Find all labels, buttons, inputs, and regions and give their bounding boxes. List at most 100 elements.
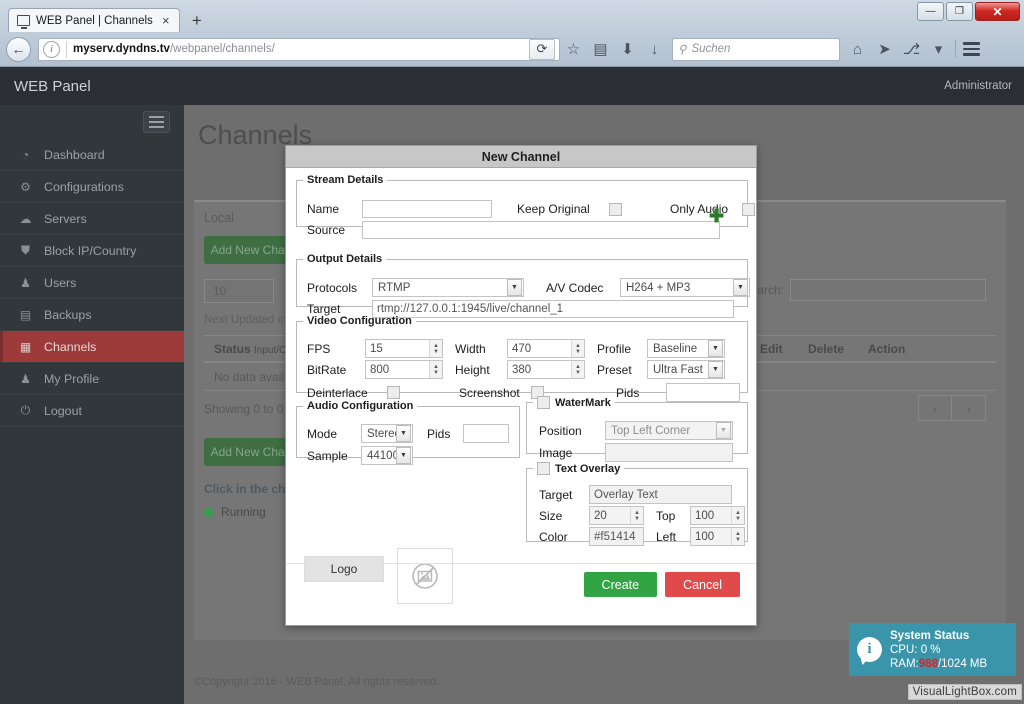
pocket-icon[interactable]: ⬇ <box>614 36 641 62</box>
overlay-color-input[interactable]: #f51414 <box>589 527 644 546</box>
stepper-arrows-icon[interactable]: ▲▼ <box>571 340 584 357</box>
cancel-button[interactable]: Cancel <box>665 572 740 597</box>
sidebar-item-my-profile[interactable]: ♟ My Profile <box>0 363 184 395</box>
sync-icon[interactable]: ⎇ <box>898 36 925 62</box>
protocols-select[interactable]: RTMP ▼ <box>372 278 524 297</box>
send-tab-icon[interactable]: ➤ <box>871 36 898 62</box>
target-label: Target <box>307 302 372 316</box>
menu-hamburger-icon[interactable] <box>959 42 983 55</box>
toolbar-divider <box>955 40 956 58</box>
system-status-text: System Status CPU: 0 % RAM:988/1024 MB <box>890 629 987 671</box>
sidebar-item-channels[interactable]: ▦ Channels <box>0 331 184 363</box>
stream-details-group: Stream Details Name Keep Original Only A… <box>296 174 748 227</box>
site-info-icon[interactable]: i <box>43 41 60 58</box>
video-config-legend: Video Configuration <box>303 315 416 327</box>
name-input[interactable] <box>362 200 492 218</box>
sidebar-item-dashboard[interactable]: ◔ Dashboard <box>0 139 184 171</box>
new-tab-button[interactable]: + <box>184 10 210 32</box>
cloud-icon: ☁ <box>18 212 33 226</box>
reader-view-icon[interactable]: ▤ <box>587 36 614 62</box>
breadcrumb-home[interactable]: Home <box>212 168 244 182</box>
table-search: Search: <box>743 279 986 301</box>
film-icon: ▦ <box>18 340 33 354</box>
home-icon[interactable]: ⌂ <box>844 36 871 62</box>
audio-pids-input[interactable] <box>463 424 509 443</box>
stepper-arrows-icon[interactable]: ▲▼ <box>571 361 584 378</box>
tab-close-icon[interactable]: × <box>159 14 173 27</box>
browser-search-input[interactable]: ⚲ Suchen <box>672 38 840 61</box>
codec-select[interactable]: H264 + MP3 ▼ <box>620 278 750 297</box>
app-brand: WEB Panel <box>0 78 91 95</box>
keep-original-checkbox[interactable] <box>609 203 622 216</box>
audio-pids-label: Pids <box>427 427 463 441</box>
overlay-target-input[interactable]: Overlay Text <box>589 485 732 504</box>
minimize-button[interactable]: — <box>917 2 944 21</box>
sidebar-item-servers[interactable]: ☁ Servers <box>0 203 184 235</box>
sidebar-item-logout[interactable]: ⏻ Logout <box>0 395 184 427</box>
bookmark-star-icon[interactable]: ☆ <box>560 36 587 62</box>
profile-select[interactable]: Baseline ▼ <box>647 339 725 358</box>
video-configuration-group: Video Configuration FPS 15 ▲▼ Width 470 … <box>296 315 748 393</box>
sidebar-item-label: Servers <box>44 212 87 226</box>
overlay-size-label: Size <box>539 509 589 523</box>
pagination-prev-button[interactable]: ‹ <box>918 395 952 421</box>
watermark-enable-checkbox[interactable] <box>537 396 550 409</box>
current-user-label[interactable]: Administrator <box>944 80 1024 92</box>
url-bar[interactable]: i myserv.dyndns.tv /webpanel/channels/ ⟳ <box>38 38 560 61</box>
create-button[interactable]: Create <box>584 572 658 597</box>
stepper-arrows-icon[interactable]: ▲▼ <box>429 361 442 378</box>
watermark-position-select[interactable]: Top Left Corner ▼ <box>605 421 733 440</box>
chevron-down-icon: ▼ <box>733 279 748 296</box>
table-pagination: ‹ › <box>918 395 986 421</box>
browser-titlebar: WEB Panel | Channels × + — ❐ ✕ <box>0 0 1024 30</box>
only-audio-checkbox[interactable] <box>742 203 755 216</box>
stepper-arrows-icon[interactable]: ▲▼ <box>630 507 643 524</box>
reload-icon[interactable]: ⟳ <box>529 39 555 60</box>
add-source-icon[interactable]: ✚ <box>709 206 724 227</box>
overlay-left-stepper[interactable]: 100 ▲▼ <box>690 527 745 546</box>
back-button[interactable]: ← <box>6 37 31 62</box>
browser-chrome: WEB Panel | Channels × + — ❐ ✕ ← i myser… <box>0 0 1024 67</box>
text-overlay-legend: Text Overlay <box>533 462 624 475</box>
sidebar-item-backups[interactable]: ▤ Backups <box>0 299 184 331</box>
deinterlace-checkbox[interactable] <box>387 386 400 399</box>
page-length-select[interactable]: 10 <box>204 279 274 303</box>
height-stepper[interactable]: 380 ▲▼ <box>507 360 585 379</box>
gear-icon: ⚙ <box>18 180 33 194</box>
header-label: Status <box>214 342 251 356</box>
keep-original-label: Keep Original <box>517 202 609 216</box>
audio-sample-select[interactable]: 44100 ▼ <box>361 446 413 465</box>
sidebar-item-configurations[interactable]: ⚙ Configurations <box>0 171 184 203</box>
watermark-legend: WaterMark <box>533 396 615 409</box>
sidebar-item-users[interactable]: ♟ Users <box>0 267 184 299</box>
pagination-next-button[interactable]: › <box>952 395 986 421</box>
bitrate-stepper[interactable]: 800 ▲▼ <box>365 360 443 379</box>
overflow-dropdown-icon[interactable]: ▾ <box>925 36 952 62</box>
source-input[interactable] <box>362 221 720 239</box>
audio-mode-select[interactable]: Stereo ▼ <box>361 424 413 443</box>
sidebar-item-block-ip-country[interactable]: ⛊ Block IP/Country <box>0 235 184 267</box>
table-search-input[interactable] <box>790 279 986 301</box>
watermark-image-input[interactable] <box>605 443 733 462</box>
chevron-down-icon: ▼ <box>708 340 723 357</box>
close-window-button[interactable]: ✕ <box>975 2 1020 21</box>
new-channel-dialog: New Channel Stream Details Name Keep Ori… <box>285 145 757 626</box>
window-controls: — ❐ ✕ <box>917 2 1020 21</box>
stepper-arrows-icon[interactable]: ▲▼ <box>731 507 744 524</box>
preset-select[interactable]: Ultra Fast ▼ <box>647 360 725 379</box>
overlay-left-label: Left <box>656 530 690 544</box>
browser-tab[interactable]: WEB Panel | Channels × <box>8 8 180 32</box>
maximize-button[interactable]: ❐ <box>946 2 973 21</box>
stepper-arrows-icon[interactable]: ▲▼ <box>731 528 744 545</box>
power-icon: ⏻ <box>18 403 33 418</box>
text-overlay-enable-checkbox[interactable] <box>537 462 550 475</box>
app-topbar: WEB Panel Administrator <box>0 67 1024 105</box>
dashboard-icon: ◔ <box>18 148 33 162</box>
overlay-size-stepper[interactable]: 20 ▲▼ <box>589 506 644 525</box>
overlay-top-stepper[interactable]: 100 ▲▼ <box>690 506 745 525</box>
downloads-icon[interactable]: ↓ <box>641 36 668 62</box>
stepper-arrows-icon[interactable]: ▲▼ <box>429 340 442 357</box>
fps-stepper[interactable]: 15 ▲▼ <box>365 339 443 358</box>
sidebar-collapse-icon[interactable] <box>143 111 170 133</box>
width-stepper[interactable]: 470 ▲▼ <box>507 339 585 358</box>
